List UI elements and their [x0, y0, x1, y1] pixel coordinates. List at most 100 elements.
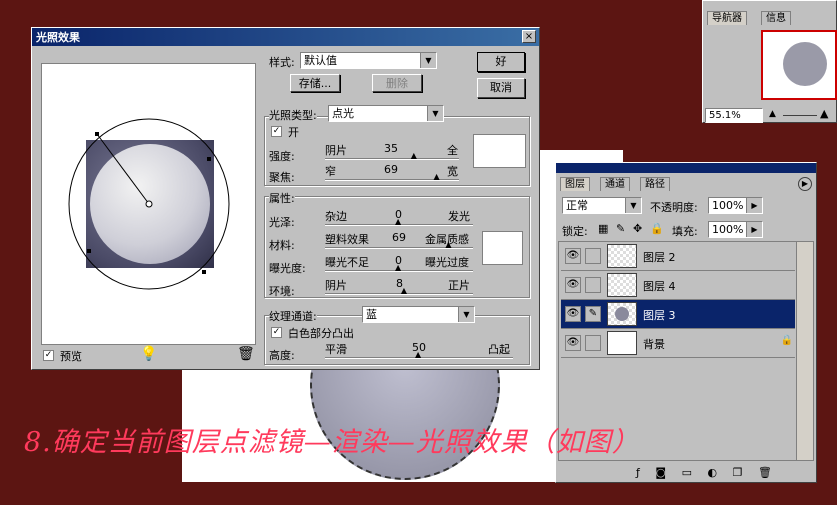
chevron-down-icon: ▼ [458, 307, 474, 322]
opacity-field[interactable]: 100% ▶ [708, 197, 763, 214]
focus-label: 聚焦: [269, 171, 295, 184]
exposure-slider[interactable]: ▲ [325, 264, 473, 274]
style-value: 默认值 [304, 54, 337, 67]
dialog-titlebar[interactable]: 光照效果 [32, 28, 539, 46]
gloss-slider[interactable]: ▲ [325, 218, 473, 228]
focus-slider[interactable]: ▲ [325, 173, 459, 183]
lock-move-icon[interactable]: ✥ [633, 222, 642, 235]
mask-icon[interactable]: ◙ [655, 466, 666, 479]
eye-icon[interactable]: 👁 [565, 306, 581, 322]
brush-icon[interactable]: ✎ [585, 306, 601, 322]
lock-transparency-icon[interactable]: ▦ [598, 222, 608, 235]
light-color-swatch[interactable] [473, 134, 526, 168]
layer-scrollbar[interactable] [796, 242, 813, 460]
layer-thumbnail [607, 302, 637, 326]
adjustment-icon[interactable]: ◐ [707, 466, 717, 479]
slider-thumb[interactable]: ▲ [395, 218, 401, 226]
chevron-right-icon: ▶ [746, 198, 762, 213]
blend-mode-value: 正常 [566, 199, 588, 212]
style-dropdown[interactable]: 默认值 ▼ [300, 52, 437, 69]
layer-row-layer-3[interactable]: 👁 ✎ 图层 3 [561, 300, 795, 329]
lock-label: 锁定: [562, 225, 588, 238]
zoom-slider[interactable] [783, 115, 817, 116]
layer-thumbnail [607, 273, 637, 297]
lock-brush-icon[interactable]: ✎ [616, 222, 625, 235]
blend-mode-dropdown[interactable]: 正常 ▼ [562, 197, 642, 214]
slider-thumb[interactable]: ▲ [415, 351, 421, 359]
slider-thumb[interactable]: ▲ [411, 152, 417, 160]
material-slider[interactable]: ▲ [325, 241, 473, 251]
texture-value: 蓝 [366, 308, 377, 321]
layer-name: 图层 2 [643, 251, 676, 264]
style-label: 样式: [269, 56, 295, 69]
material-label: 材料: [269, 239, 295, 252]
ambience-label: 环境: [269, 285, 295, 298]
exposure-label: 曝光度: [269, 262, 306, 275]
layer-name: 背景 [643, 338, 665, 351]
navigator-panel: 导航器 信息 55.1% ▲ ▲ [702, 0, 837, 123]
delete-button[interactable]: 删除 [372, 74, 422, 92]
layer-thumbnail [607, 331, 637, 355]
layer-style-icon[interactable]: ƒ [636, 466, 640, 479]
trash-icon[interactable]: 🗑 [237, 346, 255, 362]
height-slider[interactable]: ▲ [325, 351, 513, 361]
cancel-button[interactable]: 取消 [477, 78, 525, 98]
navigator-disc [783, 42, 827, 86]
ambience-slider[interactable]: ▲ [325, 287, 473, 297]
close-button[interactable]: × [522, 30, 536, 43]
intensity-slider[interactable]: ▲ [325, 152, 459, 162]
light-on-checkbox[interactable]: ✓ [271, 126, 282, 137]
panel-menu-icon[interactable]: ▶ [798, 177, 812, 191]
slider-thumb[interactable]: ▲ [401, 287, 407, 295]
preview-checkbox[interactable]: ✓ [43, 350, 54, 361]
texture-dropdown[interactable]: 蓝 ▼ [362, 306, 475, 323]
chevron-right-icon: ▶ [746, 222, 762, 237]
fill-label: 填充: [672, 225, 698, 238]
slider-thumb[interactable]: ▲ [434, 173, 440, 181]
layer-name: 图层 4 [643, 280, 676, 293]
eye-icon[interactable]: 👁 [565, 277, 581, 293]
opacity-value: 100% [712, 199, 744, 212]
save-button[interactable]: 存储... [290, 74, 340, 92]
zoom-field[interactable]: 55.1% [705, 108, 763, 123]
texture-label: 纹理通道: [269, 308, 317, 324]
gloss-label: 光泽: [269, 216, 295, 229]
tab-info[interactable]: 信息 [761, 11, 791, 25]
trash-icon[interactable]: 🗑 [758, 466, 772, 479]
preview-area[interactable] [41, 63, 256, 345]
link-icon[interactable] [585, 248, 601, 264]
eye-icon[interactable]: 👁 [565, 248, 581, 264]
ambient-color-swatch[interactable] [482, 231, 523, 265]
slider-thumb[interactable]: ▲ [445, 241, 451, 249]
light-ellipse[interactable] [42, 64, 257, 346]
light-type-dropdown[interactable]: 点光 ▼ [328, 105, 444, 122]
new-layer-icon[interactable]: ❐ [733, 466, 743, 479]
lighting-effects-dialog: 光照效果 × ✓ 预览 💡 🗑 样式: 默认值 ▼ 存储... 删除 好 取消 … [31, 27, 540, 370]
slider-thumb[interactable]: ▲ [395, 264, 401, 272]
tab-navigator[interactable]: 导航器 [707, 11, 747, 25]
layer-row-layer-4[interactable]: 👁 图层 4 [561, 271, 795, 300]
light-type-label: 光照类型: [269, 107, 317, 123]
light-on-label: 开 [288, 126, 299, 139]
layer-name: 图层 3 [643, 309, 676, 322]
tab-layers[interactable]: 图层 [560, 177, 590, 191]
height-label: 高度: [269, 349, 295, 362]
link-icon[interactable] [585, 335, 601, 351]
ok-button[interactable]: 好 [477, 52, 525, 72]
layer-row-background[interactable]: 👁 背景 🔒 [561, 329, 795, 358]
tab-channels[interactable]: 通道 [600, 177, 630, 191]
preview-label: 预览 [60, 350, 82, 363]
tab-paths[interactable]: 路径 [640, 177, 670, 191]
link-icon[interactable] [585, 277, 601, 293]
eye-icon[interactable]: 👁 [565, 335, 581, 351]
zoom-in-icon[interactable]: ▲ [820, 107, 828, 120]
light-bulb-icon[interactable]: 💡 [140, 346, 157, 362]
layer-row-layer-2[interactable]: 👁 图层 2 [561, 242, 795, 271]
navigator-thumbnail[interactable] [761, 30, 837, 100]
lock-all-icon[interactable]: 🔒 [650, 222, 664, 235]
fill-field[interactable]: 100% ▶ [708, 221, 763, 238]
white-high-checkbox[interactable]: ✓ [271, 327, 282, 338]
zoom-out-icon[interactable]: ▲ [769, 109, 776, 119]
folder-icon[interactable]: ▭ [682, 466, 692, 479]
layers-bottom-toolbar: ƒ ◙ ▭ ◐ ❐ 🗑 [636, 466, 772, 479]
